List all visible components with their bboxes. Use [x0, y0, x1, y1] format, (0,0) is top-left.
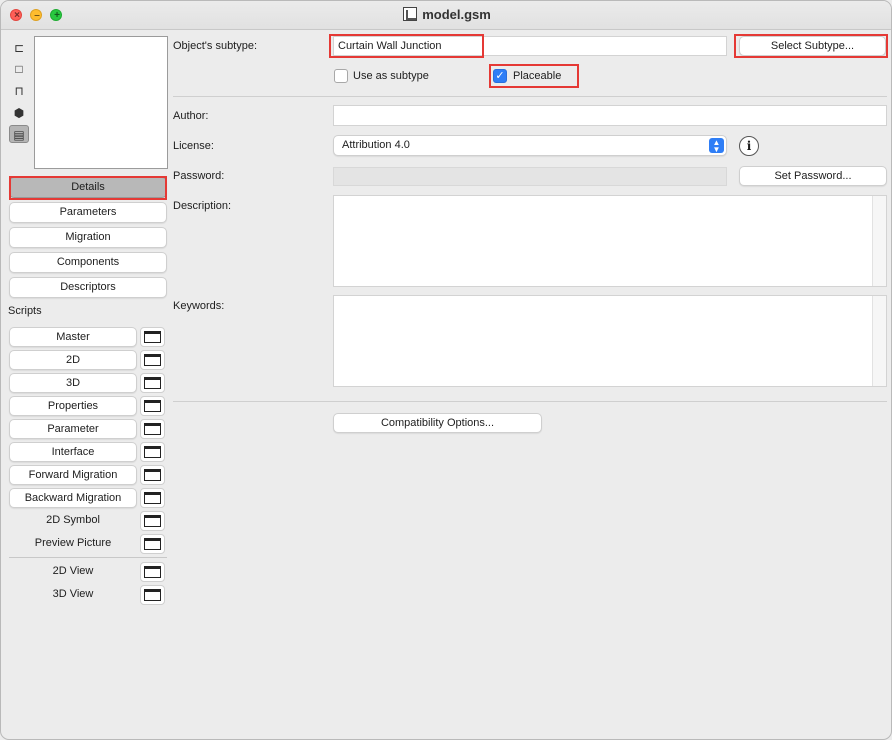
properties-script-button[interactable]: Properties: [9, 396, 137, 416]
backward-migration-script-button[interactable]: Backward Migration: [9, 488, 137, 508]
parameters-button[interactable]: Parameters: [9, 202, 167, 223]
elevation-view-icon[interactable]: ⊓: [9, 82, 29, 100]
window-title-text: model.gsm: [422, 7, 491, 22]
window-icon: [144, 377, 161, 389]
backward-migration-window-button[interactable]: [140, 488, 165, 508]
placeable-checkbox[interactable]: ✓: [493, 69, 507, 83]
license-select[interactable]: Attribution 4.0 ▲ ▼: [333, 135, 727, 156]
info-icon[interactable]: i: [739, 136, 759, 156]
chevron-up-down-icon: ▲ ▼: [709, 138, 724, 154]
preview-canvas: [34, 36, 168, 169]
window-icon: [144, 423, 161, 435]
window-icon: [144, 400, 161, 412]
details-button[interactable]: Details: [9, 177, 167, 198]
components-button[interactable]: Components: [9, 252, 167, 273]
forward-migration-script-button[interactable]: Forward Migration: [9, 465, 137, 485]
window-icon: [144, 469, 161, 481]
parameter-script-window-button[interactable]: [140, 419, 165, 439]
section-view-icon[interactable]: □: [9, 60, 29, 78]
author-label: Author:: [173, 110, 209, 122]
scripts-heading: Scripts: [8, 305, 42, 317]
password-field[interactable]: [333, 167, 727, 186]
migration-button[interactable]: Migration: [9, 227, 167, 248]
license-selected-value: Attribution 4.0: [342, 139, 410, 151]
floor-plan-view-icon[interactable]: ⊏: [9, 39, 29, 57]
checkmark-icon: ✓: [495, 70, 505, 82]
password-label: Password:: [173, 170, 225, 182]
divider-bottom: [173, 401, 887, 402]
2d-script-window-button[interactable]: [140, 350, 165, 370]
title-bar: × – + model.gsm: [1, 1, 891, 30]
divider-top: [173, 96, 887, 97]
3d-view-window-button[interactable]: [140, 585, 165, 605]
use-as-subtype-label: Use as subtype: [353, 70, 429, 82]
3d-script-window-button[interactable]: [140, 373, 165, 393]
keywords-scrollbar[interactable]: [872, 296, 886, 386]
author-field[interactable]: [333, 105, 887, 126]
3d-script-button[interactable]: 3D: [9, 373, 137, 393]
subtype-field[interactable]: Curtain Wall Junction: [333, 36, 727, 56]
2d-symbol-label: 2D Symbol: [46, 514, 100, 526]
window-icon: [144, 566, 161, 578]
forward-migration-window-button[interactable]: [140, 465, 165, 485]
keywords-textarea[interactable]: [333, 295, 887, 387]
description-textarea[interactable]: [333, 195, 887, 287]
subtype-label: Object's subtype:: [173, 40, 258, 52]
window-title: model.gsm: [1, 7, 891, 22]
window-icon: [144, 331, 161, 343]
gsm-file-icon: [403, 7, 418, 21]
keywords-label: Keywords:: [173, 300, 225, 312]
3d-view-icon[interactable]: ⬢: [9, 104, 29, 122]
compatibility-options-button[interactable]: Compatibility Options...: [333, 413, 542, 433]
interface-script-window-button[interactable]: [140, 442, 165, 462]
select-subtype-button[interactable]: Select Subtype...: [739, 36, 886, 56]
window-icon: [144, 515, 161, 527]
use-as-subtype-checkbox[interactable]: [334, 69, 348, 83]
2d-symbol-window-button[interactable]: [140, 511, 165, 531]
2d-view-label: 2D View: [52, 565, 94, 577]
description-scrollbar[interactable]: [872, 196, 886, 286]
2d-script-button[interactable]: 2D: [9, 350, 137, 370]
descriptors-button[interactable]: Descriptors: [9, 277, 167, 298]
preview-picture-view-icon[interactable]: ▤: [9, 125, 29, 143]
window-icon: [144, 589, 161, 601]
gdl-object-window: × – + model.gsm ⊏ □ ⊓ ⬢ ▤ Details Parame…: [0, 0, 892, 740]
window-icon: [144, 354, 161, 366]
interface-script-button[interactable]: Interface: [9, 442, 137, 462]
sidebar-separator: [9, 557, 167, 558]
window-icon: [144, 538, 161, 550]
preview-picture-label: Preview Picture: [34, 537, 112, 549]
properties-script-window-button[interactable]: [140, 396, 165, 416]
master-script-window-button[interactable]: [140, 327, 165, 347]
2d-view-window-button[interactable]: [140, 562, 165, 582]
window-icon: [144, 446, 161, 458]
placeable-label: Placeable: [513, 70, 562, 82]
window-icon: [144, 492, 161, 504]
master-script-button[interactable]: Master: [9, 327, 137, 347]
3d-view-label: 3D View: [52, 588, 94, 600]
description-label: Description:: [173, 200, 232, 212]
preview-picture-window-button[interactable]: [140, 534, 165, 554]
parameter-script-button[interactable]: Parameter: [9, 419, 137, 439]
set-password-button[interactable]: Set Password...: [739, 166, 887, 186]
license-label: License:: [173, 140, 214, 152]
